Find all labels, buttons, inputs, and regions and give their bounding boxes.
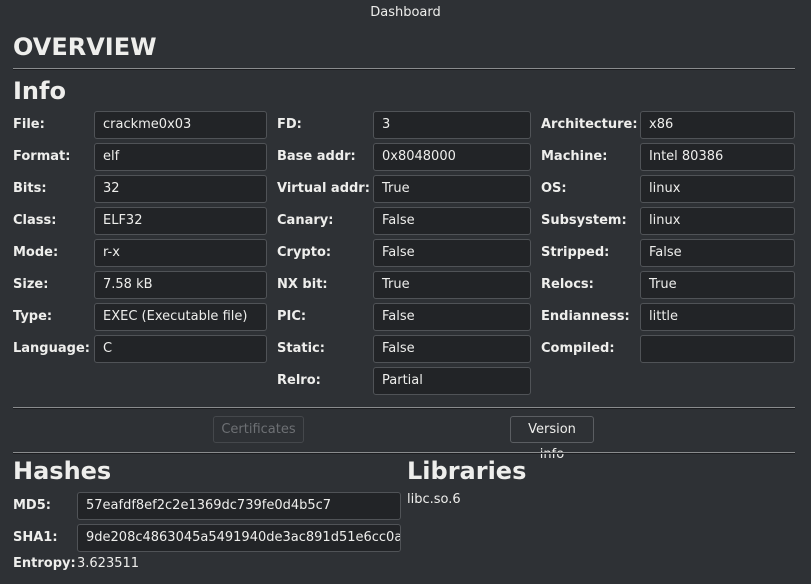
- crypto-field[interactable]: False: [373, 239, 531, 267]
- relocs-field[interactable]: True: [640, 271, 795, 299]
- library-item: libc.so.6: [407, 492, 461, 507]
- canary-label: Canary:: [277, 213, 334, 228]
- sha1-field[interactable]: 9de208c4863045a5491940de3ac891d51e6cc0ad: [77, 524, 401, 552]
- type-label: Type:: [13, 309, 53, 324]
- class-field[interactable]: ELF32: [94, 207, 267, 235]
- nx-bit-field[interactable]: True: [373, 271, 531, 299]
- relocs-label: Relocs:: [541, 277, 594, 292]
- stripped-label: Stripped:: [541, 245, 610, 260]
- fd-field[interactable]: 3: [373, 111, 531, 139]
- sha1-label: SHA1:: [13, 530, 58, 545]
- libraries-title: Libraries: [407, 457, 527, 485]
- class-label: Class:: [13, 213, 57, 228]
- architecture-label: Architecture:: [541, 117, 638, 132]
- size-field[interactable]: 7.58 kB: [94, 271, 267, 299]
- language-label: Language:: [13, 341, 90, 356]
- overview-separator: [13, 68, 795, 70]
- base-addr-label: Base addr:: [277, 149, 356, 164]
- overview-title: OVERVIEW: [13, 33, 157, 61]
- nx-bit-label: NX bit:: [277, 277, 328, 292]
- info-separator: [13, 407, 795, 409]
- hashes-separator: [13, 452, 795, 454]
- architecture-field[interactable]: x86: [640, 111, 795, 139]
- static-field[interactable]: False: [373, 335, 531, 363]
- entropy-value: 3.623511: [77, 556, 140, 571]
- canary-field[interactable]: False: [373, 207, 531, 235]
- format-field[interactable]: elf: [94, 143, 267, 171]
- subsystem-label: Subsystem:: [541, 213, 627, 228]
- fd-label: FD:: [277, 117, 302, 132]
- virtual-addr-label: Virtual addr:: [277, 181, 370, 196]
- static-label: Static:: [277, 341, 325, 356]
- compiled-field[interactable]: [640, 335, 795, 363]
- certificates-button[interactable]: Certificates: [213, 416, 304, 443]
- endianness-label: Endianness:: [541, 309, 630, 324]
- virtual-addr-field[interactable]: True: [373, 175, 531, 203]
- bits-label: Bits:: [13, 181, 47, 196]
- md5-label: MD5:: [13, 498, 51, 513]
- relro-field[interactable]: Partial: [373, 367, 531, 395]
- crypto-label: Crypto:: [277, 245, 332, 260]
- subsystem-field[interactable]: linux: [640, 207, 795, 235]
- file-label: File:: [13, 117, 45, 132]
- relro-label: Relro:: [277, 373, 321, 388]
- version-info-button[interactable]: Version info: [510, 416, 594, 462]
- window-title: Dashboard: [370, 5, 441, 20]
- pic-field[interactable]: False: [373, 303, 531, 331]
- mode-label: Mode:: [13, 245, 59, 260]
- info-title: Info: [13, 77, 66, 105]
- md5-field[interactable]: 57eafdf8ef2c2e1369dc739fe0d4b5c7: [77, 492, 401, 520]
- stripped-field[interactable]: False: [640, 239, 795, 267]
- file-field[interactable]: crackme0x03: [94, 111, 267, 139]
- bits-field[interactable]: 32: [94, 175, 267, 203]
- machine-label: Machine:: [541, 149, 608, 164]
- base-addr-field[interactable]: 0x8048000: [373, 143, 531, 171]
- os-label: OS:: [541, 181, 567, 196]
- mode-field[interactable]: r-x: [94, 239, 267, 267]
- pic-label: PIC:: [277, 309, 307, 324]
- machine-field[interactable]: Intel 80386: [640, 143, 795, 171]
- format-label: Format:: [13, 149, 71, 164]
- os-field[interactable]: linux: [640, 175, 795, 203]
- type-field[interactable]: EXEC (Executable file): [94, 303, 267, 331]
- size-label: Size:: [13, 277, 49, 292]
- endianness-field[interactable]: little: [640, 303, 795, 331]
- language-field[interactable]: C: [94, 335, 267, 363]
- hashes-title: Hashes: [13, 457, 112, 485]
- entropy-label: Entropy:: [13, 556, 76, 571]
- compiled-label: Compiled:: [541, 341, 615, 356]
